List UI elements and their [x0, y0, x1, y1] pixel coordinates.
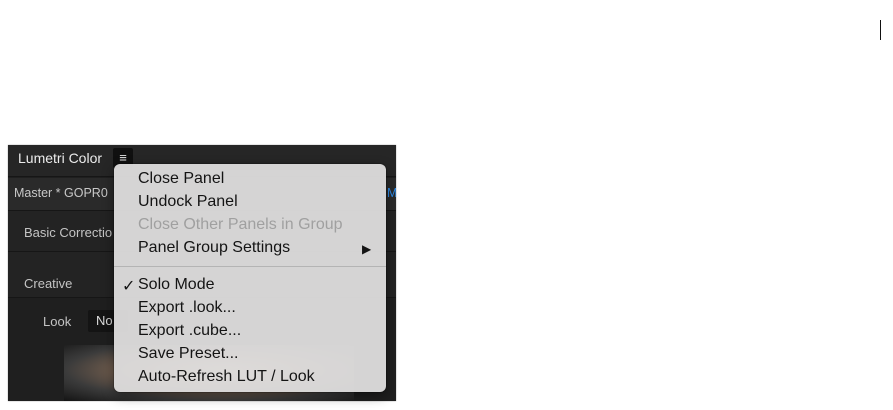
clip-selector-label[interactable]: Master * GOPR0: [14, 186, 108, 200]
look-label: Look: [43, 314, 72, 329]
menu-item-label: Export .cube...: [138, 322, 242, 339]
menu-item-label: Close Other Panels in Group: [138, 216, 343, 233]
menu-item-label: Export .look...: [138, 299, 236, 316]
menu-item-export-cube[interactable]: Export .cube...: [114, 321, 386, 344]
menu-item-save-preset[interactable]: Save Preset...: [114, 344, 386, 367]
checkmark-icon: ✓: [122, 278, 136, 295]
menu-item-label: Save Preset...: [138, 345, 239, 362]
panel-title: Lumetri Color: [18, 150, 103, 166]
menu-item-export-look[interactable]: Export .look...: [114, 298, 386, 321]
section-creative-label: Creative: [24, 276, 73, 291]
menu-item-label: Solo Mode: [138, 276, 215, 293]
window-edge-divider: [880, 20, 881, 40]
menu-item-auto-refresh-lut[interactable]: Auto-Refresh LUT / Look: [114, 367, 386, 390]
menu-item-panel-group-settings[interactable]: Panel Group Settings ▶: [114, 238, 386, 261]
menu-item-label: Auto-Refresh LUT / Look: [138, 368, 315, 385]
menu-item-solo-mode[interactable]: ✓ Solo Mode: [114, 275, 386, 298]
menu-item-close-other-panels: Close Other Panels in Group: [114, 215, 386, 238]
menu-separator: [114, 266, 386, 267]
menu-item-undock-panel[interactable]: Undock Panel: [114, 192, 386, 215]
menu-item-label: Panel Group Settings: [138, 239, 291, 256]
clip-selector-accent[interactable]: M: [387, 186, 396, 200]
section-basic-correction-label: Basic Correctio: [24, 225, 113, 240]
look-dropdown-value: No: [96, 313, 113, 328]
menu-item-label: Close Panel: [138, 170, 225, 187]
panel-context-menu: Close Panel Undock Panel Close Other Pan…: [114, 164, 386, 392]
submenu-arrow-icon: ▶: [362, 242, 372, 256]
menu-item-label: Undock Panel: [138, 193, 238, 210]
menu-item-close-panel[interactable]: Close Panel: [114, 169, 386, 192]
